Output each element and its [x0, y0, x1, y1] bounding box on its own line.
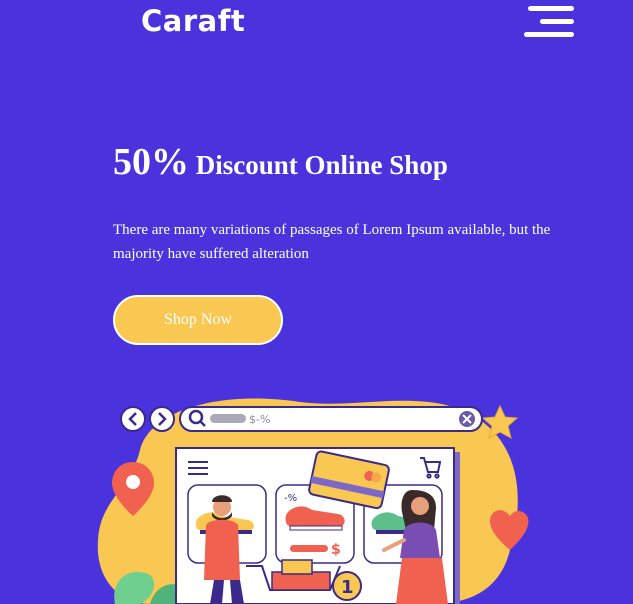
hamburger-menu-icon[interactable] [520, 6, 574, 40]
hero-title: 50% Discount Online Shop [113, 140, 448, 184]
search-text: $-% [249, 413, 270, 426]
search-placeholder-bar [210, 414, 246, 423]
price-symbol: $ [331, 542, 341, 558]
discount-tag: -% [284, 493, 297, 504]
site-header: Caraft [0, 0, 633, 60]
menu-line [540, 19, 574, 24]
menu-line [524, 32, 574, 37]
hero-description: There are many variations of passages of… [113, 222, 551, 262]
cart-count: 1 [341, 577, 354, 598]
shop-now-button[interactable]: Shop Now [113, 295, 283, 345]
hero-title-rest: Discount Online Shop [189, 150, 448, 180]
price-bar [290, 545, 328, 552]
shop-illustration: $-% -% $ 1 [97, 398, 529, 604]
logo[interactable]: Caraft [141, 4, 245, 38]
back-arrow-icon [120, 406, 146, 432]
menu-line [528, 6, 574, 11]
hero-title-highlight: 50% [113, 141, 189, 183]
forward-arrow-icon [149, 406, 175, 432]
